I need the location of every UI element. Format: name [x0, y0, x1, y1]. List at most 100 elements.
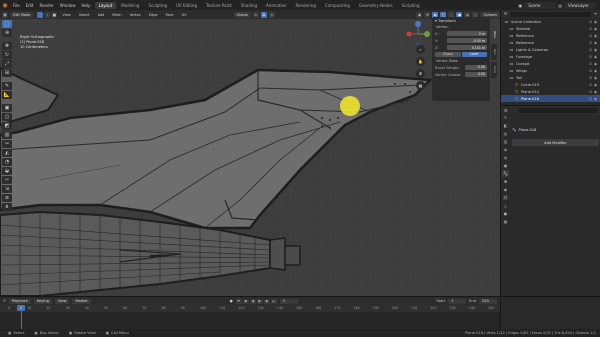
properties-search-input[interactable] — [517, 107, 598, 113]
measure-tool-icon[interactable]: 📐 — [2, 91, 12, 99]
eye-icon[interactable]: ◉ — [593, 55, 598, 59]
data-tab-icon[interactable]: △ — [502, 202, 509, 209]
constraints-tab-icon[interactable]: ⛓ — [502, 194, 509, 201]
view-layer-tab-icon[interactable]: ▥ — [502, 138, 509, 145]
outliner-item[interactable]: ▽ Plane.014 ☑ ◉ — [501, 88, 600, 95]
outliner-item[interactable]: ▭ Wings ☑ ◉ — [501, 67, 600, 74]
menu-render[interactable]: Render — [36, 3, 56, 8]
end-frame-field[interactable]: 250 — [479, 298, 497, 304]
menu-file[interactable]: File — [10, 3, 23, 8]
scale-tool-icon[interactable]: ⤢ — [2, 60, 12, 68]
transform-section-header[interactable]: ▾ Transform — [432, 17, 490, 24]
knife-tool-icon[interactable]: ✂ — [2, 140, 12, 148]
eye-icon[interactable]: ◉ — [593, 34, 598, 38]
eye-icon[interactable]: ◉ — [593, 97, 598, 101]
rip-tool-icon[interactable]: ⋔ — [2, 203, 12, 211]
gizmo-toggle-icon[interactable]: ✣ — [424, 11, 431, 18]
pivot-icon[interactable]: ⊙ — [252, 11, 259, 18]
eye-icon[interactable]: ◉ — [593, 69, 598, 73]
tab-texture-paint[interactable]: Texture Paint — [202, 2, 236, 9]
vertex-select-icon[interactable]: · — [37, 11, 44, 18]
eye-icon[interactable]: ◉ — [593, 90, 598, 94]
loop-cut-tool-icon[interactable]: ▥ — [2, 131, 12, 139]
outliner-item[interactable]: ▭ Tail ☑ ◉ — [501, 74, 600, 81]
smooth-tool-icon[interactable]: ◒ — [2, 167, 12, 175]
scene-name-field[interactable]: Scene — [524, 1, 557, 9]
modifier-tab-icon[interactable]: 🔧 — [502, 170, 509, 177]
outliner-item[interactable]: ▽ Circle.019 ☑ ◉ — [501, 81, 600, 88]
particles-tab-icon[interactable]: ✱ — [502, 178, 509, 185]
poly-build-tool-icon[interactable]: ◭ — [2, 149, 12, 157]
local-button[interactable]: Local — [461, 52, 487, 57]
editor-type-icon[interactable]: ▦ — [2, 11, 8, 18]
annotate-tool-icon[interactable]: ✎ — [2, 82, 12, 90]
rotate-tool-icon[interactable]: ↻ — [2, 51, 12, 59]
outliner-item[interactable]: ▭ Lights & Cameras ☑ ◉ — [501, 46, 600, 53]
outliner-item[interactable]: ▭ Skeletal ☑ ◉ — [501, 25, 600, 32]
menu-select[interactable]: Select — [76, 13, 93, 17]
jump-end-icon[interactable]: ⏭ — [270, 298, 277, 304]
vertex-y-field[interactable]: -0.55 m — [447, 38, 487, 43]
current-frame-field[interactable]: 2 — [279, 298, 298, 304]
tab-scripting[interactable]: Scripting — [398, 2, 424, 9]
menu-vertex[interactable]: Vertex — [127, 13, 144, 17]
menu-uv[interactable]: UV — [179, 13, 190, 17]
tab-compositing[interactable]: Compositing — [321, 2, 354, 9]
texture-tab-icon[interactable]: ▦ — [502, 218, 509, 225]
tab-rendering[interactable]: Rendering — [291, 2, 319, 9]
menu-window[interactable]: Window — [57, 3, 79, 8]
inset-tool-icon[interactable]: ◫ — [2, 113, 12, 121]
sidebar-tab-item[interactable]: Item — [491, 26, 497, 42]
cursor-tool-icon[interactable]: ⊕ — [2, 29, 12, 37]
transform-tool-icon[interactable]: ⊞ — [2, 69, 12, 77]
physics-tab-icon[interactable]: ◉ — [502, 186, 509, 193]
menu-view[interactable]: View — [59, 13, 73, 17]
eye-icon[interactable]: ◉ — [593, 76, 598, 80]
material-tab-icon[interactable]: ● — [502, 210, 509, 217]
menu-mesh[interactable]: Mesh — [109, 13, 124, 17]
vertex-x-field[interactable]: 0 m — [447, 31, 487, 36]
menu-add[interactable]: Add — [95, 13, 108, 17]
mode-dropdown[interactable]: Edit Mode — [10, 11, 34, 18]
tab-geometry-nodes[interactable]: Geometry Nodes — [355, 2, 397, 9]
sidebar-tab-view[interactable]: View — [491, 62, 497, 78]
tab-modeling[interactable]: Modeling — [117, 2, 143, 9]
add-modifier-button[interactable]: Add Modifier — [512, 139, 599, 146]
shrink-fatten-tool-icon[interactable]: ⇲ — [2, 185, 12, 193]
tab-sculpting[interactable]: Sculpting — [144, 2, 171, 9]
menu-help[interactable]: Help — [78, 3, 93, 8]
tab-uv-editing[interactable]: UV Editing — [172, 2, 201, 9]
outliner-item[interactable]: ▭ Reference ☑ ◉ — [501, 39, 600, 46]
timeline-editor-icon[interactable]: ⏱ — [3, 299, 6, 303]
tool-tab-icon[interactable]: ✎ — [502, 114, 509, 121]
pan-hand-icon[interactable]: ✋ — [416, 57, 425, 66]
eye-icon[interactable]: ◉ — [593, 83, 598, 87]
tab-layout[interactable]: Layout — [94, 1, 117, 9]
outliner-item[interactable]: ▭ Reference ☑ ◉ — [501, 32, 600, 39]
scene-tab-icon[interactable]: ◈ — [502, 146, 509, 153]
view-layer-field[interactable]: ViewLayer — [564, 1, 596, 9]
eye-icon[interactable]: ◉ — [593, 48, 598, 52]
outliner-item[interactable]: ▭ Scene Collection ☑ ◉ — [501, 18, 600, 25]
extrude-tool-icon[interactable]: ▣ — [2, 104, 12, 112]
next-key-icon[interactable]: ◆ — [263, 298, 270, 304]
outliner-editor-icon[interactable]: ☰ — [504, 12, 507, 16]
outliner-item[interactable]: ▽ Plane.018 ☑ ◉ — [501, 95, 600, 102]
timeline-view-menu[interactable]: View — [54, 298, 70, 304]
sidebar-tab-tool[interactable]: Tool — [491, 44, 497, 60]
outliner-search-input[interactable] — [510, 11, 592, 17]
world-tab-icon[interactable]: ◍ — [502, 154, 509, 161]
bevel-tool-icon[interactable]: ◩ — [2, 122, 12, 130]
output-tab-icon[interactable]: ▤ — [502, 130, 509, 137]
eye-icon[interactable]: ◉ — [593, 41, 598, 45]
outliner-item[interactable]: ▭ Fuselage ☑ ◉ — [501, 53, 600, 60]
edge-slide-tool-icon[interactable]: ⇿ — [2, 176, 12, 184]
marker-menu[interactable]: Marker — [72, 298, 91, 304]
timeline-ruler[interactable]: 0 10 20 30 40 50 60 70 80 90 100 110 120 130 140 150 160… — [0, 305, 500, 312]
proportional-edit-icon[interactable]: ◎ — [268, 11, 275, 18]
vertex-crease-field[interactable]: 0.00 — [465, 72, 487, 77]
grid-toggle-icon[interactable]: ▦ — [416, 81, 425, 90]
camera-view-icon[interactable]: ⌸ — [416, 69, 425, 78]
transform-orientation-dropdown[interactable]: Global — [233, 11, 251, 18]
vertex-z-field[interactable]: 0.151 m — [447, 45, 487, 50]
